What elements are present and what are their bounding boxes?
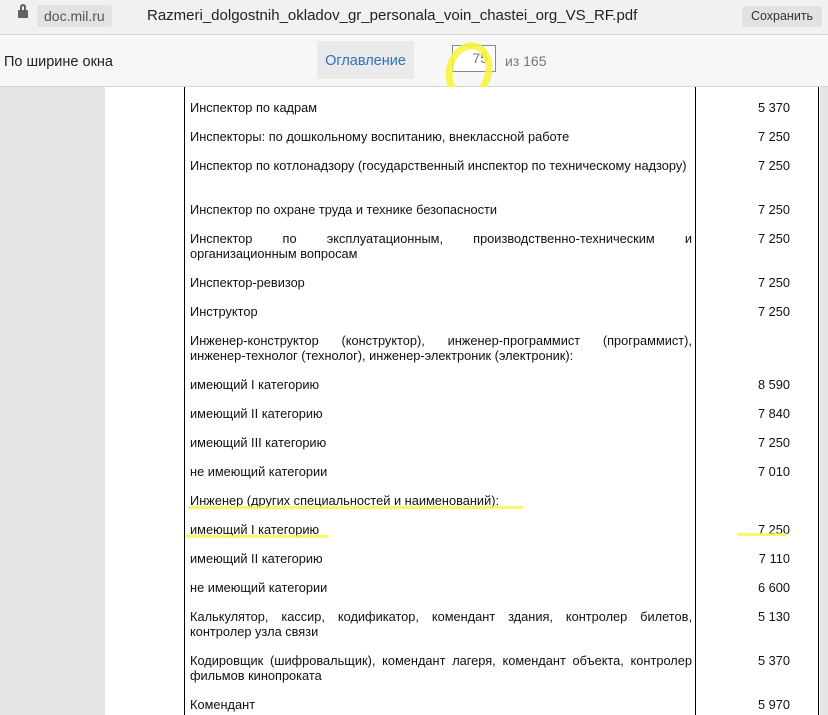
table-border-left: [184, 87, 185, 715]
table-border-middle: [695, 87, 696, 715]
row-value: 5 370: [757, 100, 790, 115]
row-value: 8 590: [757, 377, 790, 392]
highlight-mark: [737, 533, 787, 536]
row-label: Кодировщик (шифровальщик), комендант лаг…: [190, 653, 692, 683]
row-value: 7 840: [757, 406, 790, 421]
row-label: Инспектор по кадрам: [190, 100, 318, 115]
row-label: Инспектор по котлонадзору (государственн…: [190, 158, 687, 173]
row-label: не имеющий категории: [190, 580, 328, 595]
row-label: имеющий I категорию: [190, 377, 320, 392]
row-label: Инспектор по охране труда и технике безо…: [190, 202, 498, 217]
row-value: 7 250: [757, 231, 790, 246]
viewer-toolbar: По ширине окна Оглавление 75 из 165: [0, 35, 828, 87]
row-label: Инспектор-ревизор: [190, 275, 305, 290]
lock-icon: [18, 4, 28, 18]
row-value: 7 110: [758, 551, 790, 566]
row-label: Инспекторы: по дошкольному воспитанию, в…: [190, 129, 570, 144]
row-value: 5 970: [757, 697, 790, 712]
row-value: 5 130: [757, 609, 790, 624]
file-title: Razmeri_dolgostnih_okladov_gr_personala_…: [147, 7, 638, 24]
table-border-right: [818, 87, 819, 715]
row-label: Калькулятор, кассир, кодификатор, коменд…: [190, 609, 692, 639]
row-value: 5 370: [757, 653, 790, 668]
document-page: Инспектор по кадрам 5 370 Инспекторы: по…: [105, 87, 820, 715]
toc-button[interactable]: Оглавление: [317, 41, 414, 79]
row-label: имеющий II категорию: [190, 551, 323, 566]
highlight-mark: [185, 535, 329, 538]
row-value: 7 010: [757, 464, 790, 479]
row-label: Инженер-конструктор (конструктор), инжен…: [190, 333, 692, 363]
row-value: 7 250: [757, 202, 790, 217]
row-label: Комендант: [190, 697, 256, 712]
save-button[interactable]: Сохранить: [742, 6, 822, 27]
toc-button-label: Оглавление: [325, 53, 406, 69]
row-label: Инструктор: [190, 304, 258, 319]
row-value: 7 250: [757, 158, 790, 173]
row-value: 7 250: [757, 275, 790, 290]
row-label: имеющий II категорию: [190, 406, 323, 421]
row-value: 6 600: [757, 580, 790, 595]
row-value: 7 250: [757, 435, 790, 450]
row-value: 7 250: [757, 129, 790, 144]
row-label: не имеющий категории: [190, 464, 328, 479]
zoom-mode-select[interactable]: По ширине окна: [4, 54, 113, 70]
row-value: 7 250: [757, 304, 790, 319]
row-label: имеющий III категорию: [190, 435, 327, 450]
row-label: Инспектор по эксплуатационным, производс…: [190, 231, 692, 261]
domain-chip[interactable]: doc.mil.ru: [37, 5, 112, 27]
page-total: из 165: [505, 53, 547, 69]
address-bar: doc.mil.ru Razmeri_dolgostnih_okladov_gr…: [0, 0, 828, 35]
highlight-mark: [188, 506, 523, 509]
